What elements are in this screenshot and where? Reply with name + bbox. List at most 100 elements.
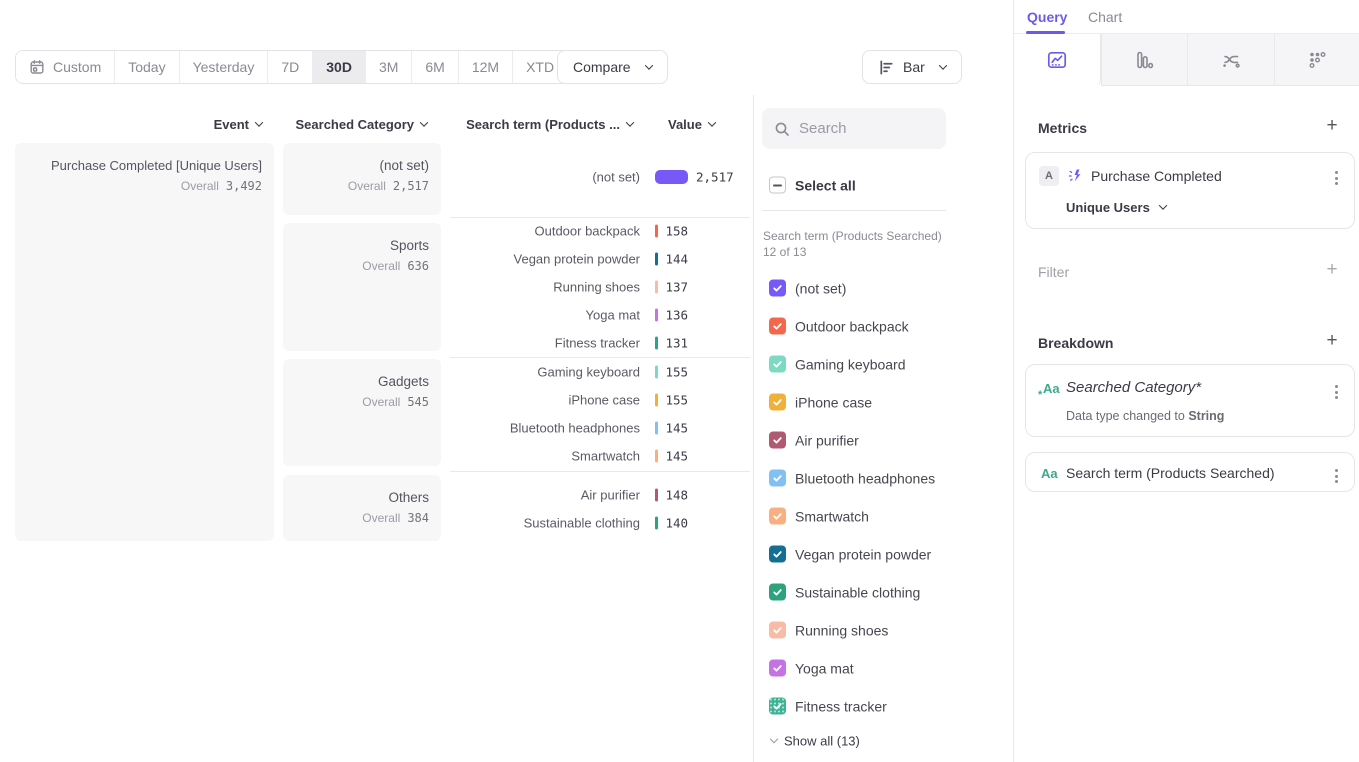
chevron-down-icon — [420, 118, 428, 126]
date-range-yesterday[interactable]: Yesterday — [180, 51, 269, 83]
colored-checkbox-icon — [769, 546, 786, 563]
colored-checkbox-icon — [769, 660, 786, 677]
category-label: Gadgets — [295, 373, 429, 390]
term-label: Gaming keyboard — [443, 365, 640, 380]
filter-item-label: Gaming keyboard — [795, 356, 906, 372]
colored-checkbox-icon — [769, 470, 786, 487]
filter-item-label: Sustainable clothing — [795, 584, 920, 600]
term-label: Outdoor backpack — [443, 224, 640, 239]
flows-icon[interactable] — [1187, 34, 1274, 86]
date-range-12m[interactable]: 12M — [459, 51, 513, 83]
term-label: (not set) — [443, 170, 640, 185]
colored-checkbox-icon — [769, 280, 786, 297]
compare-label: Compare — [573, 59, 631, 75]
breakdown-options-kebab-icon[interactable] — [1332, 466, 1341, 486]
date-range-custom[interactable]: Custom — [16, 51, 115, 83]
term-label: Fitness tracker — [443, 336, 640, 351]
value-number: 144 — [666, 252, 689, 267]
value-bar[interactable] — [655, 394, 658, 407]
chevron-down-icon — [708, 118, 716, 126]
add-breakdown-button[interactable]: + — [1324, 334, 1340, 350]
segment-search-input[interactable]: Search — [762, 108, 946, 149]
value-bar[interactable] — [655, 253, 658, 266]
category-overall: Overall545 — [295, 395, 429, 409]
filter-item-checkbox[interactable]: Smartwatch — [769, 508, 869, 525]
funnels-icon[interactable] — [1101, 34, 1188, 86]
filter-item-checkbox[interactable]: iPhone case — [769, 394, 872, 411]
value-bar[interactable] — [655, 281, 658, 294]
check-icon — [772, 511, 783, 522]
term-label: Vegan protein powder — [443, 252, 640, 267]
value-bar[interactable] — [655, 225, 658, 238]
column-header-event[interactable]: Event — [100, 117, 262, 132]
check-icon — [772, 587, 783, 598]
breakdown-card-searched-category[interactable]: Aa* Searched Category* Data type changed… — [1025, 364, 1355, 437]
select-all-checkbox[interactable]: Select all — [769, 177, 856, 194]
value-bar[interactable] — [655, 366, 658, 379]
breakdown-options-kebab-icon[interactable] — [1332, 382, 1341, 402]
breakdown-card-search-term[interactable]: Aa Search term (Products Searched) — [1025, 452, 1355, 492]
column-header-searched-category[interactable]: Searched Category — [265, 117, 427, 132]
check-icon — [772, 359, 783, 370]
date-range-3m[interactable]: 3M — [366, 51, 412, 83]
metrics-heading: Metrics — [1038, 120, 1087, 136]
check-icon — [772, 473, 783, 484]
filter-group-label: Search term (Products Searched) 12 of 13 — [763, 228, 943, 260]
value-bar[interactable] — [655, 170, 688, 184]
filter-item-label: Smartwatch — [795, 508, 869, 524]
value-bar[interactable] — [655, 309, 658, 322]
colored-checkbox-icon — [769, 508, 786, 525]
filter-item-checkbox[interactable]: (not set) — [769, 280, 846, 297]
value-number: 136 — [666, 308, 689, 323]
value-bar[interactable] — [655, 337, 658, 350]
insights-chart-icon[interactable] — [1014, 34, 1101, 86]
report-type-tabs — [1014, 34, 1359, 86]
value-number: 137 — [666, 280, 689, 295]
compare-button[interactable]: Compare — [557, 50, 668, 84]
value-number: 145 — [666, 421, 689, 436]
chart-type-button[interactable]: Bar — [862, 50, 962, 84]
check-icon — [772, 701, 783, 712]
add-metric-button[interactable]: + — [1324, 119, 1340, 135]
filter-item-checkbox[interactable]: Yoga mat — [769, 660, 854, 677]
add-filter-button[interactable]: + — [1324, 263, 1340, 279]
value-bar[interactable] — [655, 517, 658, 530]
metric-card[interactable]: A Purchase Completed Unique Users — [1025, 152, 1355, 229]
filter-item-checkbox[interactable]: Sustainable clothing — [769, 584, 920, 601]
value-bar[interactable] — [655, 450, 658, 463]
date-range-6m[interactable]: 6M — [412, 51, 458, 83]
filter-item-checkbox[interactable]: Bluetooth headphones — [769, 470, 935, 487]
group-separator — [450, 471, 750, 472]
tab-chart[interactable]: Chart — [1088, 9, 1122, 25]
retention-icon[interactable] — [1274, 34, 1359, 86]
category-label: (not set) — [295, 157, 429, 174]
filter-item-checkbox[interactable]: Outdoor backpack — [769, 318, 909, 335]
value-number: 145 — [666, 449, 689, 464]
term-label: Sustainable clothing — [443, 516, 640, 531]
event-spark-icon — [1067, 167, 1085, 185]
column-header-search-term[interactable]: Search term (Products ... — [443, 117, 633, 132]
search-placeholder: Search — [799, 120, 847, 137]
column-header-value[interactable]: Value — [668, 117, 738, 132]
filter-item-checkbox[interactable]: Gaming keyboard — [769, 356, 906, 373]
filter-item-label: (not set) — [795, 280, 846, 296]
date-range-30d[interactable]: 30D — [313, 51, 366, 83]
filter-item-checkbox[interactable]: Vegan protein powder — [769, 546, 931, 563]
breakdown-title: Search term (Products Searched) — [1066, 465, 1275, 481]
filter-item-checkbox[interactable]: Air purifier — [769, 432, 859, 449]
show-all-button[interactable]: Show all (13) — [771, 734, 860, 749]
string-property-icon: Aa* — [1043, 381, 1060, 396]
colored-checkbox-icon — [769, 584, 786, 601]
date-range-7d[interactable]: 7D — [268, 51, 313, 83]
category-overall: Overall636 — [295, 259, 429, 273]
tab-query[interactable]: Query — [1027, 9, 1067, 25]
filter-item-checkbox[interactable]: Fitness tracker — [769, 698, 887, 715]
value-number: 155 — [666, 365, 689, 380]
check-icon — [772, 283, 783, 294]
date-range-today[interactable]: Today — [115, 51, 179, 83]
filter-item-checkbox[interactable]: Running shoes — [769, 622, 888, 639]
metric-options-kebab-icon[interactable] — [1332, 168, 1341, 188]
value-bar[interactable] — [655, 422, 658, 435]
value-bar[interactable] — [655, 489, 658, 502]
counting-method-dropdown[interactable]: Unique Users — [1066, 200, 1166, 215]
